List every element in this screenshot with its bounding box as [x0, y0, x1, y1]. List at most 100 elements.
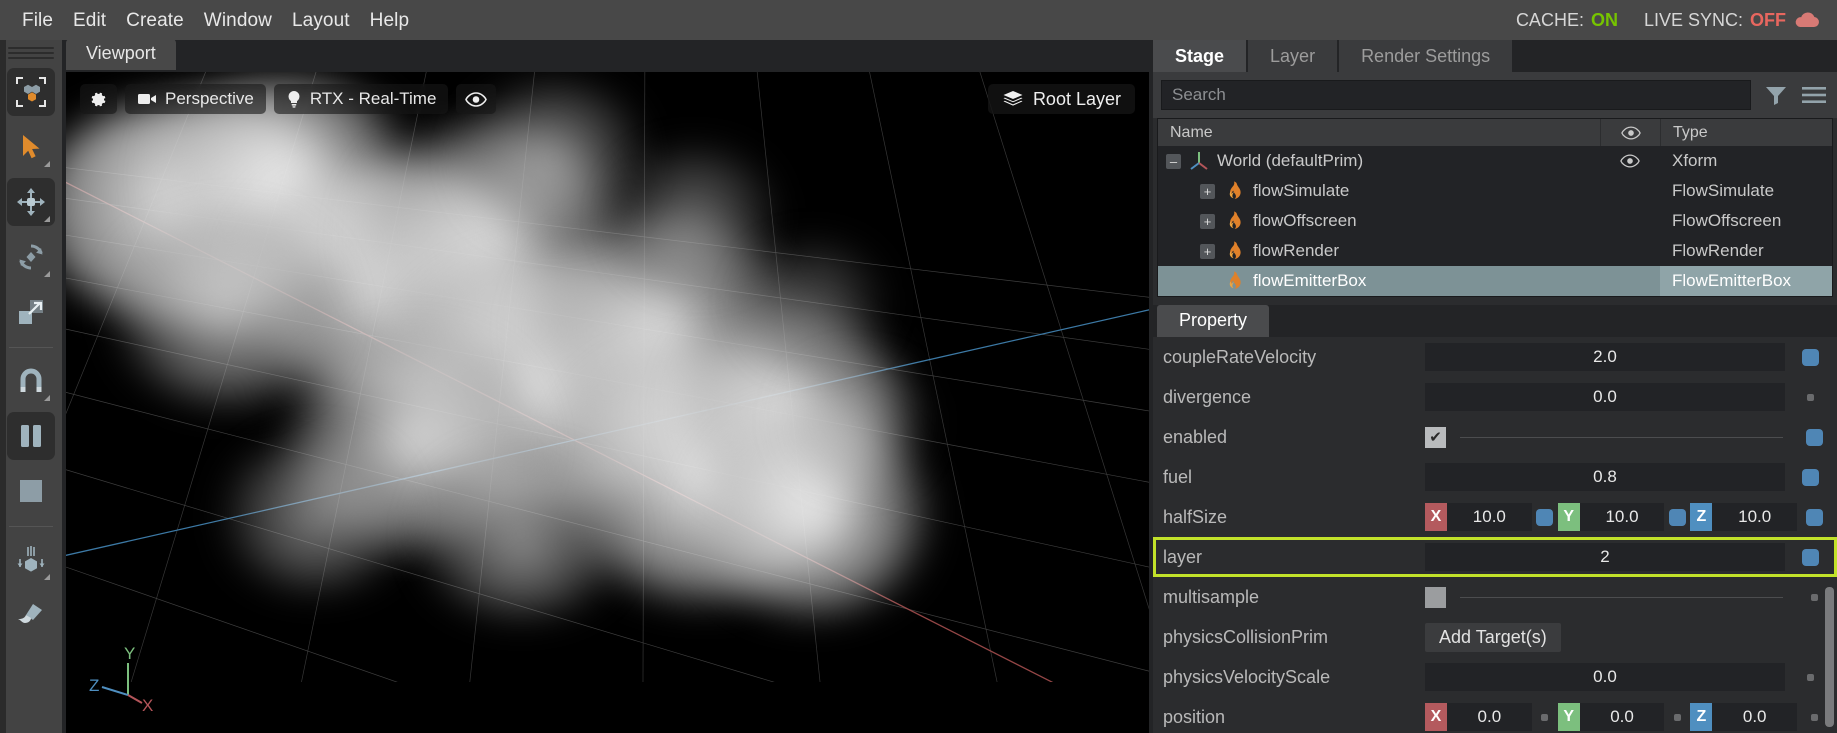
property-override-marker[interactable]	[1668, 508, 1686, 526]
property-axis-value-z[interactable]: 10.0	[1712, 503, 1798, 531]
rail-edge	[0, 40, 6, 733]
property-override-marker-slot	[1793, 348, 1827, 366]
menu-item-layout[interactable]: Layout	[282, 8, 360, 33]
property-checkbox[interactable]: ✔	[1425, 426, 1446, 448]
scale-tool[interactable]	[7, 288, 55, 336]
tree-expander-plus[interactable]: +	[1200, 213, 1215, 229]
property-override-marker[interactable]	[1801, 468, 1819, 486]
pointer-tool[interactable]	[7, 123, 55, 171]
axis-label-z: Z	[89, 676, 99, 695]
filter-funnel-icon[interactable]	[1763, 82, 1789, 108]
tree-row-visibility-toggle[interactable]	[1600, 154, 1660, 168]
rail-drag-handle[interactable]	[8, 46, 54, 60]
status-indicators: CACHE: ON LIVE SYNC: OFF	[1516, 0, 1821, 40]
cache-status[interactable]: CACHE: ON	[1516, 10, 1618, 31]
menu-item-edit[interactable]: Edit	[63, 8, 116, 33]
omniverse-application-window: File Edit Create Window Layout Help CACHE: ON…	[0, 0, 1837, 733]
layers-icon	[1003, 91, 1023, 106]
viewport-3d-canvas[interactable]: Perspective RTX - Real-Time Root Layer Y…	[66, 72, 1149, 733]
property-axis-field-y[interactable]: Y 0.0	[1557, 703, 1665, 731]
menu-item-file[interactable]: File	[12, 8, 63, 33]
search-input[interactable]: Search	[1161, 80, 1751, 110]
property-control: 0.0	[1425, 663, 1837, 691]
property-axis-marker-slot	[1532, 508, 1558, 526]
viewport-settings-button[interactable]	[80, 84, 117, 114]
axis-orientation-gizmo[interactable]: Y Z X	[88, 647, 164, 721]
property-axis-value-x[interactable]: 10.0	[1447, 503, 1532, 531]
tree-expander-plus[interactable]: +	[1200, 243, 1215, 259]
live-sync-label: LIVE SYNC:	[1643, 9, 1743, 30]
add-targets-button[interactable]: Add Target(s)	[1425, 622, 1561, 652]
menu-item-help[interactable]: Help	[360, 8, 419, 33]
property-axis-field-z[interactable]: Z 10.0	[1690, 503, 1798, 531]
tree-row-label: flowEmitterBox	[1253, 271, 1367, 290]
stage-tree-row[interactable]: + flowRender FlowRender	[1158, 236, 1832, 266]
property-override-marker[interactable]	[1536, 508, 1554, 526]
tree-row-name-cell: + flowSimulate	[1158, 180, 1600, 202]
property-value-field[interactable]: 0.0	[1425, 663, 1785, 691]
tab-layer[interactable]: Layer	[1248, 40, 1338, 72]
property-override-marker[interactable]	[1805, 428, 1823, 446]
hamburger-menu-icon[interactable]	[1801, 82, 1827, 108]
tab-render-settings[interactable]: Render Settings	[1339, 40, 1513, 72]
stage-tree-row[interactable]: – World (defaultPrim) Xform	[1158, 146, 1832, 176]
eye-icon[interactable]	[1620, 154, 1640, 168]
renderer-selector-button[interactable]: RTX - Real-Time	[273, 84, 449, 114]
property-override-marker[interactable]	[1801, 348, 1819, 366]
snap-tool[interactable]	[7, 357, 55, 405]
gear-icon	[91, 92, 106, 106]
move-tool[interactable]	[7, 178, 55, 226]
stage-tree-row[interactable]: flowEmitterBox FlowEmitterBox	[1158, 266, 1832, 296]
property-override-marker[interactable]	[1801, 548, 1819, 566]
property-value-field[interactable]: 0.8	[1425, 463, 1785, 491]
property-value-field[interactable]: 0.0	[1425, 383, 1785, 411]
camera-selector-button[interactable]: Perspective	[125, 84, 266, 114]
paint-tool[interactable]	[7, 591, 55, 639]
property-axis-field-y[interactable]: Y 10.0	[1557, 503, 1665, 531]
flame-icon	[1229, 271, 1241, 290]
flame-icon	[1229, 181, 1241, 200]
flame-icon	[1223, 210, 1245, 232]
tree-expander-plus[interactable]: +	[1200, 183, 1215, 199]
viewport-visibility-button[interactable]	[456, 84, 497, 114]
tab-property[interactable]: Property	[1157, 305, 1270, 337]
tree-row-label: World (defaultPrim)	[1217, 151, 1364, 170]
select-objects-tool[interactable]	[7, 68, 55, 116]
root-layer-button[interactable]: Root Layer	[987, 84, 1135, 114]
tree-row-name-cell: – World (defaultPrim)	[1158, 150, 1600, 172]
menu-item-window[interactable]: Window	[194, 8, 282, 33]
pause-simulation[interactable]	[7, 412, 55, 460]
paint-brush-icon	[18, 604, 42, 623]
rotate-tool[interactable]	[7, 233, 55, 281]
property-axis-value-y[interactable]: 10.0	[1579, 503, 1665, 531]
property-axis-value-x[interactable]: 0.0	[1447, 703, 1532, 731]
property-label: halfSize	[1163, 506, 1228, 527]
menu-item-create[interactable]: Create	[116, 8, 194, 33]
live-sync-status[interactable]: LIVE SYNC: OFF	[1644, 10, 1821, 31]
property-override-marker	[1806, 393, 1814, 401]
stage-tree-row[interactable]: + flowSimulate FlowSimulate	[1158, 176, 1832, 206]
drop-physics-tool[interactable]	[7, 536, 55, 584]
property-axis-value-z[interactable]: 0.0	[1712, 703, 1798, 731]
property-axis-field-z[interactable]: Z 0.0	[1690, 703, 1798, 731]
property-checkbox[interactable]	[1425, 586, 1446, 608]
stage-tree-row[interactable]: + flowOffscreen FlowOffscreen	[1158, 206, 1832, 236]
property-list: coupleRateVelocity 2.0 divergence 0.0 enable…	[1153, 337, 1837, 733]
property-axis-marker-slot	[1532, 713, 1558, 721]
property-axis-value-y[interactable]: 0.0	[1579, 703, 1665, 731]
property-override-marker[interactable]	[1805, 508, 1823, 526]
property-value-field[interactable]: 2.0	[1425, 343, 1785, 371]
property-axis-field-x[interactable]: X 10.0	[1425, 503, 1532, 531]
axis-label-y: Y	[124, 647, 135, 663]
selection-cubes-icon	[16, 77, 46, 107]
property-scrollbar[interactable]	[1825, 587, 1834, 727]
tab-viewport[interactable]: Viewport	[66, 39, 176, 70]
stop-simulation[interactable]	[7, 467, 55, 515]
tree-row-label: flowRender	[1253, 241, 1339, 260]
property-axis-field-x[interactable]: X 0.0	[1425, 703, 1532, 731]
tree-row-name-cell: + flowRender	[1158, 240, 1600, 262]
property-value-field[interactable]: 2	[1425, 543, 1785, 571]
tab-stage[interactable]: Stage	[1153, 40, 1247, 72]
property-label: enabled	[1163, 426, 1228, 447]
tree-expander-minus[interactable]: –	[1166, 153, 1181, 169]
